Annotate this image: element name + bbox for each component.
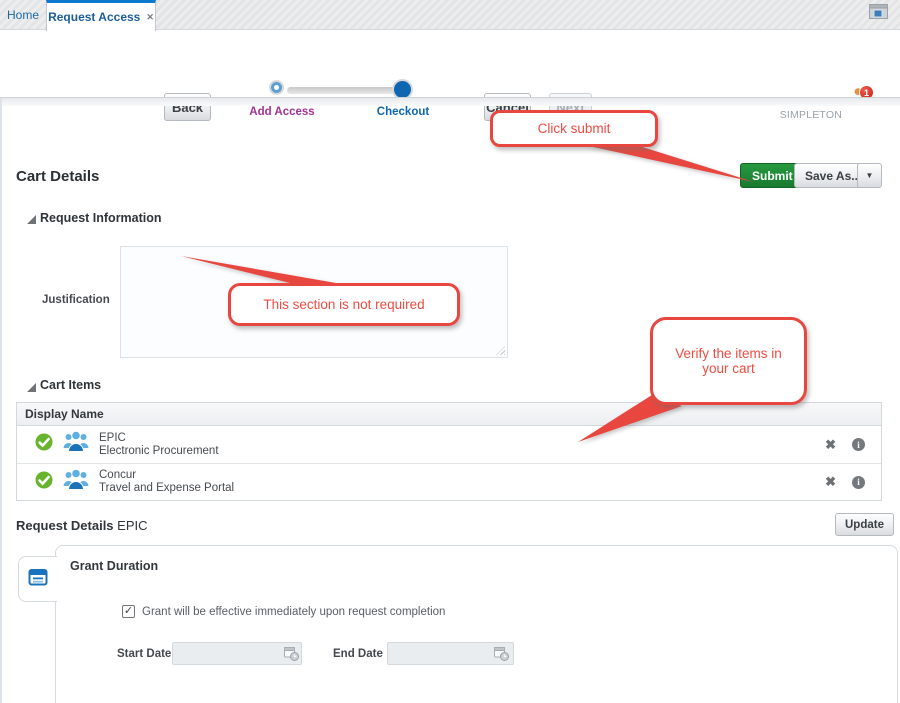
train-stop-add-access[interactable] [271,82,282,93]
status-check-icon [35,433,53,456]
request-information-title: Request Information [40,211,162,225]
display-name-column-header: Display Name [17,403,881,426]
cart-item-row-concur[interactable]: Concur Travel and Expense Portal ✖ i [17,463,881,500]
dropdown-arrow-icon: ▼ [866,171,874,180]
grant-duration-tab[interactable] [18,556,57,602]
save-as-dropdown-button[interactable]: ▼ [857,163,882,188]
status-check-icon [35,471,53,494]
request-details-item: EPIC [117,518,147,533]
request-access-page: Home Request Access ✕ Back Add Access Ch… [0,0,900,703]
remove-item-icon[interactable]: ✖ [825,437,836,453]
callout-tail [572,144,757,186]
page-title: Cart Details [16,168,99,185]
start-date-input [172,642,302,665]
entitlement-group-icon [63,431,89,458]
train-label-add-access: Add Access [242,106,322,118]
grant-duration-title: Grant Duration [70,559,158,573]
toolbar-shadow [0,98,900,106]
checkbox-check-icon: ✓ [124,606,133,617]
train-track [287,87,397,94]
cart-items-table: Display Name EPIC E [16,402,882,501]
immediate-grant-label: Grant will be effective immediately upon… [142,606,445,618]
cart-items-title: Cart Items [40,378,101,392]
callout-section-not-required: This section is not required [228,283,460,326]
toolbar: Back Add Access Checkout Cancel Next MER… [0,30,900,97]
date-picker-icon [284,646,299,661]
item-name: Concur [99,469,234,482]
disclosure-triangle-icon[interactable] [27,383,36,392]
item-description: Electronic Procurement [99,445,219,458]
callout-tail [176,252,341,287]
grant-duration-panel [55,545,898,703]
end-date-label: End Date [333,648,383,660]
request-details-title: Request Details [16,518,114,533]
tab-request-access[interactable]: Request Access ✕ [46,0,156,31]
item-info-icon[interactable]: i [852,438,865,451]
content-left-border [0,98,2,703]
immediate-grant-checkbox[interactable]: ✓ [122,605,135,618]
entitlement-group-icon [63,469,89,496]
request-details-header: Request Details EPIC [16,518,148,533]
disclosure-triangle-icon[interactable] [27,215,36,224]
train-label-checkout: Checkout [367,106,439,118]
item-info-icon[interactable]: i [852,476,865,489]
tab-request-access-label: Request Access [48,10,140,24]
callout-click-submit: Click submit [490,110,658,147]
item-description: Travel and Expense Portal [99,482,234,495]
start-date-label: Start Date [117,648,171,660]
tab-bar: Home Request Access ✕ [0,0,900,30]
tab-close-icon[interactable]: ✕ [146,12,154,23]
justification-label: Justification [42,294,110,306]
update-button[interactable]: Update [835,513,894,536]
calendar-icon [28,567,48,591]
train-stop-checkout[interactable] [394,81,411,98]
remove-item-icon[interactable]: ✖ [825,474,836,490]
callout-verify-cart: Verify the items in your cart [650,317,807,405]
cart-item-row-epic[interactable]: EPIC Electronic Procurement ✖ i [17,426,881,463]
item-name: EPIC [99,432,219,445]
date-picker-icon [494,646,509,661]
tab-home[interactable]: Home [0,0,46,30]
window-panel-icon[interactable] [869,4,888,19]
